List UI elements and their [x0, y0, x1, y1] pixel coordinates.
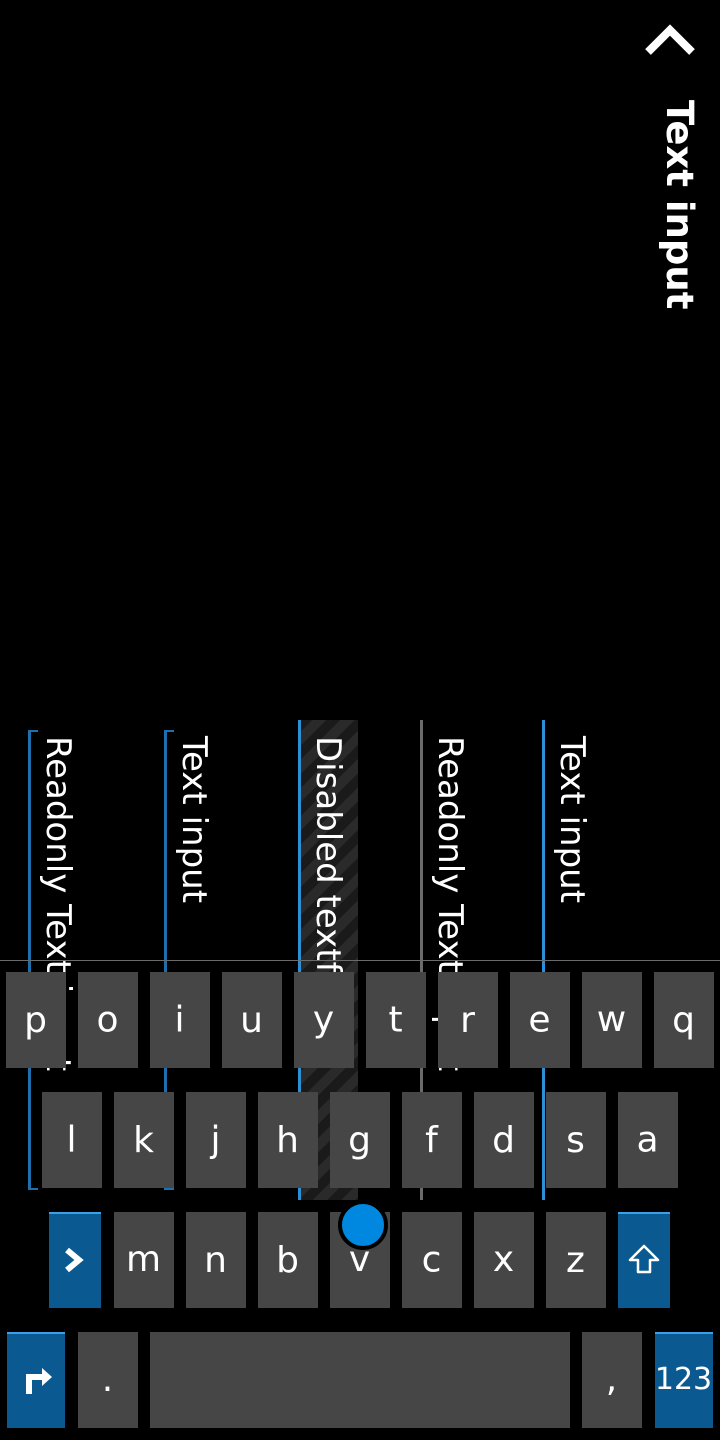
back-chevron-icon[interactable] [640, 14, 700, 74]
field-edge-tick [28, 1188, 38, 1190]
page-title: Text input [658, 100, 701, 310]
key-q[interactable]: q [654, 972, 714, 1068]
app-screen: Text input Text input Readonly Text inpu… [0, 0, 720, 1440]
key-a[interactable]: a [618, 1092, 678, 1188]
key-d[interactable]: d [474, 1092, 534, 1188]
symbols-key[interactable]: 123 [655, 1332, 713, 1428]
key-b[interactable]: b [258, 1212, 318, 1308]
text-input-value-2: Text input [174, 736, 214, 904]
key-s[interactable]: s [546, 1092, 606, 1188]
key-i[interactable]: i [150, 972, 210, 1068]
key-m[interactable]: m [114, 1212, 174, 1308]
enter-key[interactable] [7, 1332, 65, 1428]
key-g[interactable]: g [330, 1092, 390, 1188]
key-y[interactable]: y [294, 972, 354, 1068]
key-c[interactable]: c [402, 1212, 462, 1308]
key-w[interactable]: w [582, 972, 642, 1068]
key-f[interactable]: f [402, 1092, 462, 1188]
text-cursor-handle[interactable] [338, 1200, 388, 1250]
key-o[interactable]: o [78, 972, 138, 1068]
enter-return-icon [26, 1368, 52, 1394]
key-z[interactable]: z [546, 1212, 606, 1308]
key-r[interactable]: r [438, 972, 498, 1068]
field-edge-tick [164, 1188, 174, 1190]
key-u[interactable]: u [222, 972, 282, 1068]
key-p[interactable]: p [6, 972, 66, 1068]
space-key[interactable] [150, 1332, 570, 1428]
shift-key[interactable] [618, 1212, 670, 1308]
key-j[interactable]: j [186, 1092, 246, 1188]
text-input-value: Text input [552, 736, 592, 904]
key-h[interactable]: h [258, 1092, 318, 1188]
keyboard-divider [0, 960, 720, 961]
key-comma[interactable]: , [582, 1332, 642, 1428]
key-k[interactable]: k [114, 1092, 174, 1188]
backspace-key[interactable] [49, 1212, 101, 1308]
key-x[interactable]: x [474, 1212, 534, 1308]
key-period[interactable]: . [78, 1332, 138, 1428]
backspace-icon [65, 1247, 84, 1273]
key-l[interactable]: l [42, 1092, 102, 1188]
key-e[interactable]: e [510, 972, 570, 1068]
key-t[interactable]: t [366, 972, 426, 1068]
shift-arrow-icon [628, 1244, 660, 1274]
key-n[interactable]: n [186, 1212, 246, 1308]
